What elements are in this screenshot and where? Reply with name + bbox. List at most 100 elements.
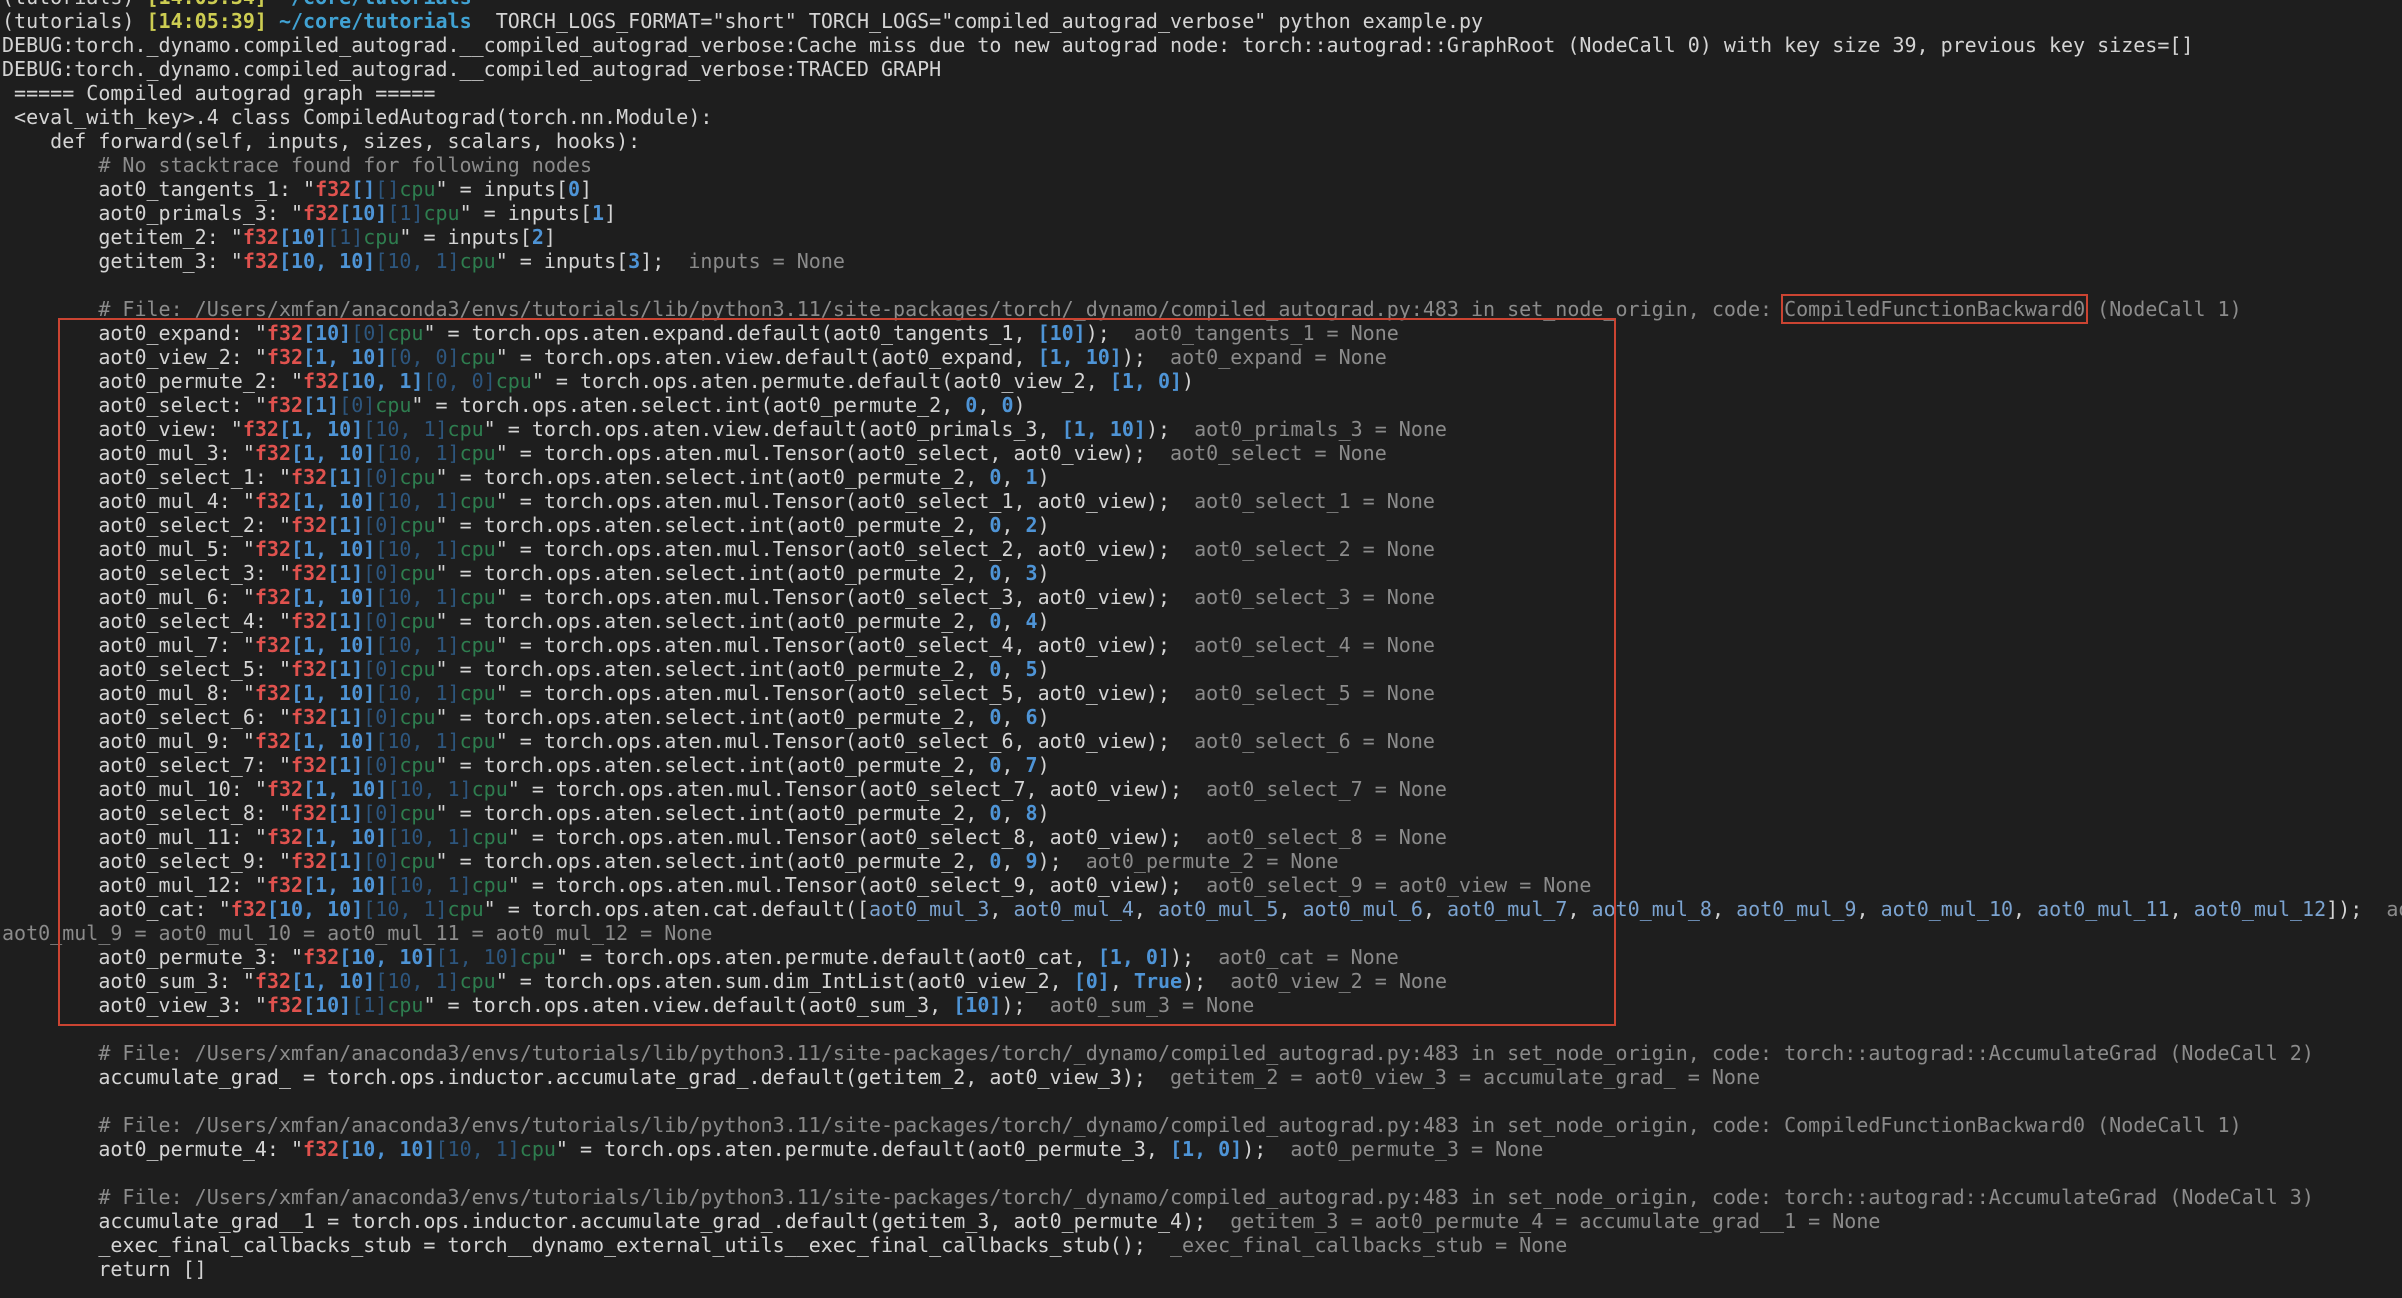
terminal-text-segment: , bbox=[1278, 897, 1302, 921]
terminal-text-segment: aot0_mul_10: " bbox=[2, 777, 267, 801]
terminal-text-segment: ~/core/tutorials bbox=[267, 0, 472, 9]
terminal-text-segment: aot0_select_6: " bbox=[2, 705, 291, 729]
terminal-text-segment: aot0_permute_3 = None bbox=[1290, 1137, 1543, 1161]
terminal-text-segment: aot0_select_1: " bbox=[2, 465, 291, 489]
terminal-text-segment: f32 bbox=[315, 177, 351, 201]
terminal-text-segment: aot0_primals_3 = None bbox=[1194, 417, 1447, 441]
terminal-text-segment: " = torch.ops.aten.view.default(aot0_exp… bbox=[496, 345, 1038, 369]
terminal-text-segment: <eval_with_key>.4 class CompiledAutograd… bbox=[2, 105, 712, 129]
terminal-text-segment: [10] bbox=[303, 321, 351, 345]
terminal-text-segment: [1, 10] bbox=[291, 681, 375, 705]
terminal-line: # File: /Users/xmfan/anaconda3/envs/tuto… bbox=[2, 297, 2402, 321]
terminal-text-segment: " = torch.ops.aten.select.int(aot0_permu… bbox=[435, 753, 989, 777]
terminal-text-segment: aot0_select_6 = None bbox=[1194, 729, 1435, 753]
terminal-text-segment: 0 bbox=[989, 657, 1001, 681]
terminal-line: # File: /Users/xmfan/anaconda3/envs/tuto… bbox=[2, 1113, 2402, 1137]
terminal-text-segment: cpu bbox=[387, 993, 423, 1017]
terminal-text-segment: DEBUG:torch._dynamo.compiled_autograd.__… bbox=[2, 33, 2193, 57]
terminal-text-segment: [1, 10] bbox=[303, 345, 387, 369]
terminal-text-segment: , bbox=[1110, 969, 1134, 993]
terminal-text-segment: 0 bbox=[989, 849, 1001, 873]
terminal-text-segment: DEBUG:torch._dynamo.compiled_autograd.__… bbox=[2, 57, 941, 81]
terminal-line: accumulate_grad__1 = torch.ops.inductor.… bbox=[2, 1209, 2402, 1233]
terminal-text-segment: , bbox=[1134, 897, 1158, 921]
terminal: (tutorials) [14:05:34] ~/core/tutorials(… bbox=[0, 0, 2402, 1298]
terminal-text-segment: aot0_select_7: " bbox=[2, 753, 291, 777]
terminal-text-segment: cpu bbox=[460, 249, 496, 273]
terminal-text-segment: aot0_expand = None bbox=[1170, 345, 1387, 369]
terminal-text-segment: ); bbox=[1242, 1137, 1290, 1161]
terminal-text-segment: ) bbox=[1038, 753, 1050, 777]
terminal-text-segment: [10, 1] bbox=[435, 1137, 519, 1161]
terminal-text-segment: aot0_mul_6: " bbox=[2, 585, 255, 609]
terminal-text-segment: [1, 10] bbox=[303, 825, 387, 849]
terminal-text-segment: cpu bbox=[460, 585, 496, 609]
terminal-text-segment: " = torch.ops.aten.select.int(aot0_permu… bbox=[435, 609, 989, 633]
terminal-text-segment: aot0_mul_4 bbox=[1013, 897, 1133, 921]
terminal-text-segment: ] bbox=[580, 177, 592, 201]
terminal-text-segment: [1, 10] bbox=[291, 729, 375, 753]
terminal-line bbox=[2, 1161, 2402, 1185]
terminal-text-segment: aot0_mul_8 bbox=[1592, 897, 1712, 921]
terminal-text-segment: aot0_primals_3: " bbox=[2, 201, 303, 225]
terminal-line: DEBUG:torch._dynamo.compiled_autograd.__… bbox=[2, 33, 2402, 57]
terminal-text-segment: [1, 10] bbox=[291, 537, 375, 561]
terminal-text-segment: ]; bbox=[640, 249, 688, 273]
terminal-line: # File: /Users/xmfan/anaconda3/envs/tuto… bbox=[2, 1185, 2402, 1209]
terminal-text-segment: 0 bbox=[568, 177, 580, 201]
terminal-text-segment: 0 bbox=[989, 705, 1001, 729]
terminal-text-segment: return [] bbox=[2, 1257, 207, 1281]
terminal-line: aot0_primals_3: "f32[10][1]cpu" = inputs… bbox=[2, 201, 2402, 225]
terminal-text-segment: [10, 10] bbox=[267, 897, 363, 921]
terminal-text-segment: cpu bbox=[520, 945, 556, 969]
terminal-line: aot0_select_2: "f32[1][0]cpu" = torch.op… bbox=[2, 513, 2402, 537]
terminal-text-segment: ); bbox=[1038, 849, 1086, 873]
terminal-text-segment: ) bbox=[1013, 393, 1025, 417]
terminal-text-segment: [] bbox=[375, 177, 399, 201]
terminal-text-segment: ) bbox=[1038, 609, 1050, 633]
terminal-text-segment: 0 bbox=[989, 513, 1001, 537]
terminal-line: aot0_mul_12: "f32[1, 10][10, 1]cpu" = to… bbox=[2, 873, 2402, 897]
terminal-line: getitem_2: "f32[10][1]cpu" = inputs[2] bbox=[2, 225, 2402, 249]
terminal-text-segment: f32 bbox=[267, 777, 303, 801]
terminal-text-segment: [10] bbox=[339, 201, 387, 225]
terminal-text-segment: [1, 10] bbox=[291, 633, 375, 657]
terminal-text-segment: [10, 1] bbox=[375, 585, 459, 609]
terminal-text-segment: aot0_mul_11: " bbox=[2, 825, 267, 849]
terminal-text-segment: cpu bbox=[472, 825, 508, 849]
terminal-text-segment: , bbox=[1001, 657, 1025, 681]
terminal-text-segment: " = torch.ops.aten.mul.Tensor(aot0_selec… bbox=[496, 489, 1194, 513]
terminal-text-segment: def forward(self, inputs, sizes, scalars… bbox=[2, 129, 640, 153]
terminal-text-segment: , bbox=[1423, 897, 1447, 921]
terminal-text-segment: aot0_mul_5 bbox=[1158, 897, 1278, 921]
terminal-text-segment: aot0_select_3 = None bbox=[1194, 585, 1435, 609]
terminal-line: (tutorials) [14:05:34] ~/core/tutorials bbox=[2, 0, 2402, 9]
terminal-text-segment: f32 bbox=[291, 609, 327, 633]
terminal-line: aot0_expand: "f32[10][0]cpu" = torch.ops… bbox=[2, 321, 2402, 345]
terminal-text-segment: 0 bbox=[1001, 393, 1013, 417]
terminal-text-segment: [10, 1] bbox=[387, 777, 471, 801]
terminal-text-segment: " = torch.ops.aten.permute.default(aot0_… bbox=[556, 1137, 1170, 1161]
terminal-text-segment: ) bbox=[1038, 801, 1050, 825]
terminal-text-segment: [1] bbox=[327, 225, 363, 249]
terminal-text-segment: aot0_sum_3: " bbox=[2, 969, 255, 993]
terminal-text-segment: aot0_view_3: " bbox=[2, 993, 267, 1017]
terminal-text-segment: 0 bbox=[989, 609, 1001, 633]
terminal-text-segment: # File: /Users/xmfan/anaconda3/envs/tuto… bbox=[2, 1113, 2242, 1137]
terminal-text-segment: f32 bbox=[231, 897, 267, 921]
terminal-text-segment: f32 bbox=[303, 201, 339, 225]
terminal-text-segment: f32 bbox=[291, 657, 327, 681]
terminal-text-segment: [0, 0] bbox=[423, 369, 495, 393]
terminal-text-segment: f32 bbox=[303, 945, 339, 969]
terminal-text-segment: # File: /Users/xmfan/anaconda3/envs/tuto… bbox=[2, 1041, 2314, 1065]
terminal-text-segment: ~/core/tutorials bbox=[267, 9, 472, 33]
terminal-text-segment: aot0_mul_5: " bbox=[2, 537, 255, 561]
terminal-text-segment: , bbox=[977, 393, 1001, 417]
terminal-line: aot0_view: "f32[1, 10][10, 1]cpu" = torc… bbox=[2, 417, 2402, 441]
terminal-text-segment: " = torch.ops.aten.select.int(aot0_permu… bbox=[411, 393, 965, 417]
terminal-text-segment: aot0_select_5 = None bbox=[1194, 681, 1435, 705]
terminal-text-segment: ); bbox=[1086, 321, 1134, 345]
terminal-line: aot0_select_1: "f32[1][0]cpu" = torch.op… bbox=[2, 465, 2402, 489]
terminal-line: getitem_3: "f32[10, 10][10, 1]cpu" = inp… bbox=[2, 249, 2402, 273]
terminal-line: aot0_sum_3: "f32[1, 10][10, 1]cpu" = tor… bbox=[2, 969, 2402, 993]
